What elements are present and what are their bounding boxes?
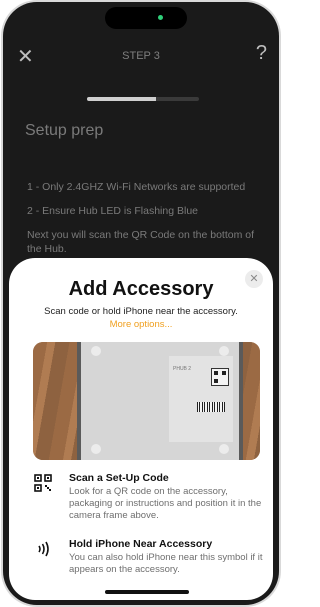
top-bar: ✕ STEP 3 ? — [3, 42, 279, 70]
add-accessory-sheet: ✕ Add Accessory Scan code or hold iPhone… — [9, 258, 273, 600]
device-foot — [219, 444, 229, 454]
hub-device-image: PHUB 2 — [81, 342, 239, 460]
instruction-line-2: 2 - Ensure Hub LED is Flashing Blue — [27, 205, 198, 217]
option-description: You can also hold iPhone near this symbo… — [69, 552, 263, 575]
setup-progress-bar — [87, 97, 199, 101]
option-title: Scan a Set-Up Code — [69, 472, 169, 484]
sheet-title: Add Accessory — [68, 278, 214, 300]
camera-indicator-dot — [158, 15, 163, 20]
home-indicator[interactable] — [105, 590, 189, 594]
help-icon[interactable]: ? — [256, 42, 267, 65]
option-title: Hold iPhone Near Accessory — [69, 538, 213, 550]
dynamic-island — [105, 7, 187, 29]
device-foot — [91, 444, 101, 454]
device-foot — [91, 346, 101, 356]
step-label: STEP 3 — [122, 50, 160, 62]
phone-frame: ✕ STEP 3 ? Setup prep 1 - Only 2.4GHZ Wi… — [3, 2, 279, 605]
progress-fill — [87, 97, 157, 101]
device-barcode — [197, 402, 225, 412]
device-foot — [219, 346, 229, 356]
more-options-link[interactable]: More options... — [9, 319, 273, 330]
sheet-subtitle: Scan code or hold iPhone near the access… — [44, 306, 238, 317]
instruction-line-1: 1 - Only 2.4GHZ Wi-Fi Networks are suppo… — [27, 181, 246, 193]
device-model-label: PHUB 2 — [173, 366, 192, 372]
instruction-line-3: Next you will scan the QR Code on the bo… — [27, 229, 255, 255]
page-title: Setup prep — [25, 122, 104, 139]
nfc-icon — [33, 540, 53, 560]
option-description: Look for a QR code on the accessory, pac… — [69, 486, 262, 521]
device-qr-code — [211, 368, 229, 386]
qr-code-icon — [33, 474, 53, 494]
camera-viewfinder: PHUB 2 — [33, 342, 260, 460]
